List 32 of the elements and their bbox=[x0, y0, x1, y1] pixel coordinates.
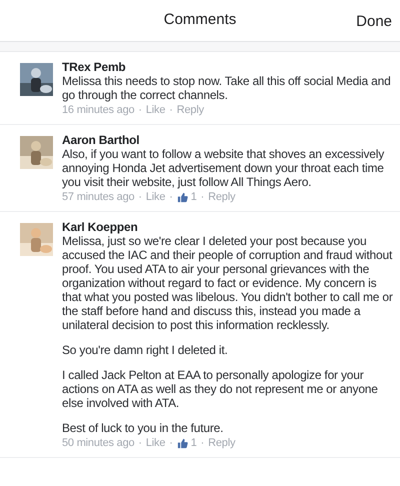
thumbs-up-icon bbox=[176, 192, 188, 202]
comment-action-link[interactable]: Reply bbox=[208, 190, 236, 204]
comment-author[interactable]: TRex Pemb bbox=[62, 60, 394, 74]
like-count: 1 bbox=[190, 190, 197, 204]
separator-dot: · bbox=[138, 436, 142, 450]
comment-text: Melissa, just so we're clear I deleted your post because you accused the IAC and their people of corruption and fraud without proof. You used ATA to air your personal grievances with the organization without regard to fact or evidence. My concern is that what you posted was libelous. You didn't bother to call me or the staff before hand and discuss this, instead you made a unilateral decision to post this information recklessly. bbox=[62, 234, 394, 332]
comment-action-link[interactable]: Reply bbox=[176, 103, 204, 117]
separator-dot: · bbox=[200, 190, 204, 204]
comment-text: Best of luck to you in the future. bbox=[62, 421, 224, 435]
header-title: Comments bbox=[164, 10, 236, 30]
separator-dot: · bbox=[138, 103, 142, 117]
like-count: 1 bbox=[190, 436, 197, 450]
timestamp: 57 minutes ago bbox=[62, 190, 134, 204]
comment-action-link[interactable]: Reply bbox=[208, 436, 236, 450]
separator-dot: · bbox=[169, 436, 173, 450]
comment-text: Melissa this needs to stop now. Take all this off social Media and go through the correct channels. bbox=[62, 74, 392, 102]
thumbs-up-icon bbox=[176, 438, 188, 448]
separator-dot: · bbox=[169, 103, 173, 117]
comment-author[interactable]: Karl Koeppen bbox=[62, 220, 394, 234]
comment-author[interactable]: Aaron Barthol bbox=[62, 133, 394, 147]
done-button[interactable]: Done bbox=[356, 11, 392, 34]
separator-dot: · bbox=[200, 436, 204, 450]
timestamp: 50 minutes ago bbox=[62, 436, 134, 450]
comment-text: I called Jack Pelton at EAA to personally apologize for your actions on ATA as well as they do not represent me or anyone else involved with ATA. bbox=[62, 368, 379, 410]
comment-text: Also, if you want to follow a website that shoves an excessively annoying Honda Jet advertisement down your throat each time you visit their website, just follow All Things Aero. bbox=[62, 147, 386, 189]
comment-action-link[interactable]: Like bbox=[146, 436, 166, 450]
separator-dot: · bbox=[169, 190, 173, 204]
comment-text: So you're damn right I deleted it. bbox=[62, 343, 229, 357]
comment-action-link[interactable]: Like bbox=[146, 190, 166, 204]
timestamp: 16 minutes ago bbox=[62, 103, 134, 117]
separator-dot: · bbox=[138, 190, 142, 204]
comment-action-link[interactable]: Like bbox=[146, 103, 166, 117]
